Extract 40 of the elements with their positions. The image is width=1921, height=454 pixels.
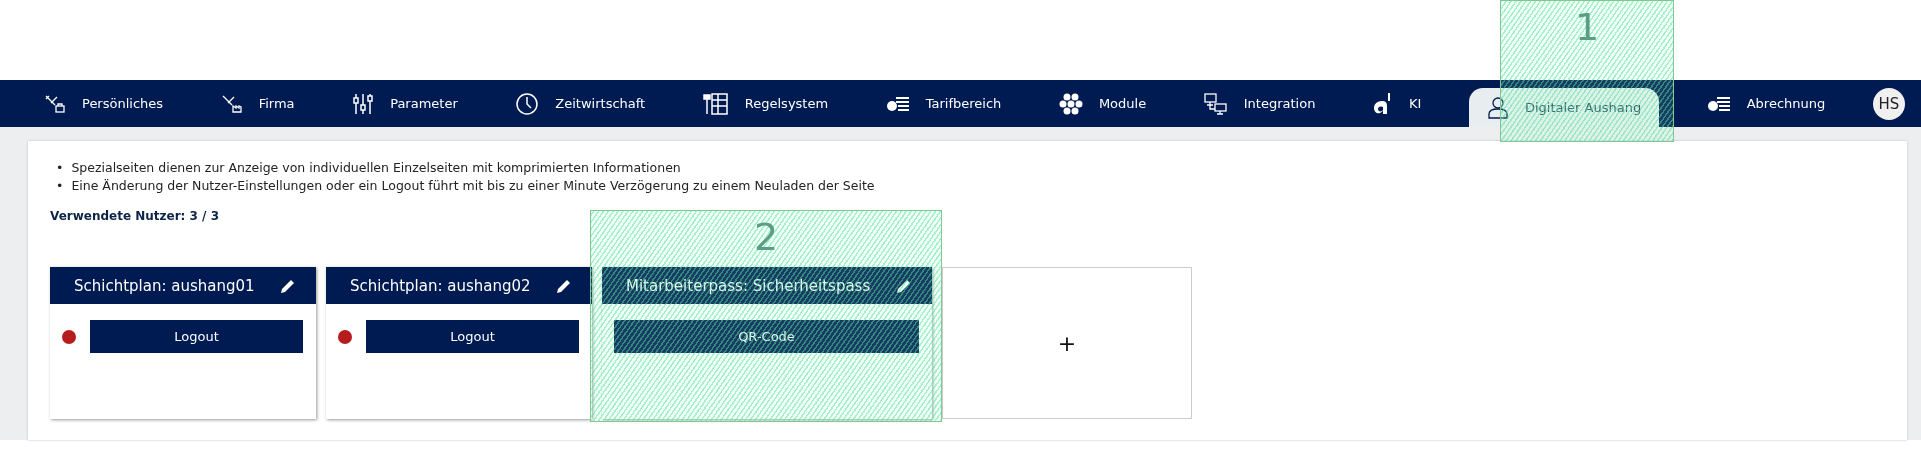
action-button[interactable]: QR-Code [614,320,919,353]
nav-tab[interactable]: KI [1362,80,1432,127]
card-title: Schichtplan: aushang01 [74,276,255,295]
money-icon [885,94,910,113]
callout-number: 2 [753,215,779,259]
bullet: • [56,177,64,195]
nav-tab[interactable]: Digitaler Aushang [1468,88,1660,127]
ai-icon [1372,90,1393,117]
card-title: Mitarbeiterpass: Sicherheitspass [626,276,871,295]
table-icon [702,92,729,115]
nav-tab[interactable]: Module [1048,80,1157,127]
nav-tab[interactable]: Persönliches [34,80,174,127]
card-title: Schichtplan: aushang02 [350,276,531,295]
nav-tab[interactable]: Regelsystem [692,80,839,127]
pencil-icon[interactable] [896,277,912,294]
nav-tab[interactable]: Firma [210,80,305,127]
nav-tab[interactable]: Tarifbereich [875,80,1012,127]
nav-tab[interactable]: Zeitwirtschaft [505,80,656,127]
nav-tab[interactable]: Parameter [342,80,468,127]
pencil-icon[interactable] [280,277,296,294]
pencil-icon[interactable] [556,277,572,294]
action-button[interactable]: Logout [90,320,303,353]
tools-icon [220,93,243,114]
hexagons-icon [1058,92,1083,115]
nav-tab[interactable]: Integration [1193,80,1326,127]
info-text: Eine Änderung der Nutzer-Einstellungen oder ein Logout führt mit bis zu einer Minute Verzögerung zu einem Neuladen der Seite [71,177,875,195]
nav-tab[interactable]: Abrechnung [1696,80,1836,127]
bullet: • [56,159,64,177]
info-text: Spezialseiten dienen zur Anzeige von individuellen Einzelseiten mit komprimierten Informationen [71,159,681,177]
sliders-icon [352,91,375,116]
callout-number: 1 [1574,5,1600,49]
clock-icon [515,91,540,116]
tools-icon [44,93,66,114]
add-card-button[interactable]: + [942,267,1192,419]
usage-count: Verwendete Nutzer: 3 / 3 [50,209,220,223]
monitors-icon [1203,92,1228,115]
money-icon [1706,94,1731,113]
action-button[interactable]: Logout [366,320,579,353]
user-avatar[interactable]: HS [1872,87,1905,120]
person-icon [1486,95,1509,120]
